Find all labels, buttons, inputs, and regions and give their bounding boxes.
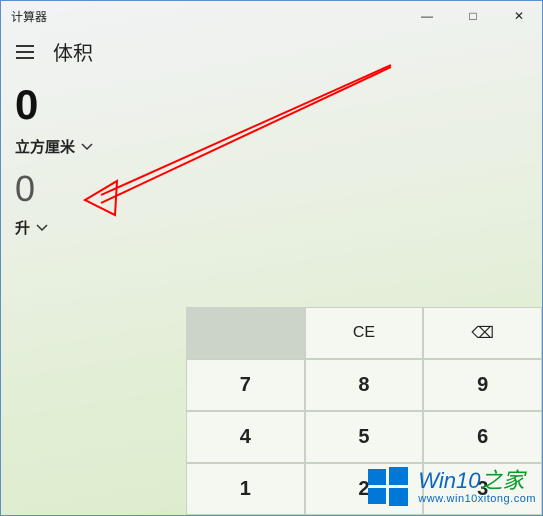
key-1[interactable]: 1: [186, 463, 305, 515]
output-value[interactable]: 0: [15, 171, 528, 207]
mode-title: 体积: [53, 37, 93, 66]
clear-entry-button[interactable]: CE: [305, 307, 424, 359]
input-value[interactable]: 0: [15, 84, 528, 126]
titlebar: 计算器 — □ ✕: [1, 1, 542, 31]
menu-button[interactable]: [15, 42, 35, 62]
converter-panel: 0 立方厘米 0 升: [1, 72, 542, 238]
chevron-down-icon: [36, 219, 48, 237]
close-button[interactable]: ✕: [496, 1, 542, 31]
keypad-blank: [186, 307, 305, 359]
output-unit-label: 升: [15, 217, 30, 238]
keypad: CE ⌫ 7 8 9 4 5 6 1 2 3: [186, 307, 542, 515]
key-3[interactable]: 3: [423, 463, 542, 515]
maximize-button[interactable]: □: [450, 1, 496, 31]
key-6[interactable]: 6: [423, 411, 542, 463]
menu-icon: [16, 45, 34, 59]
backspace-icon: ⌫: [471, 323, 494, 343]
key-5[interactable]: 5: [305, 411, 424, 463]
key-7[interactable]: 7: [186, 359, 305, 411]
window-title: 计算器: [11, 8, 47, 25]
app-window: 计算器 — □ ✕ 体积 0 立方厘米 0 升: [0, 0, 543, 516]
key-4[interactable]: 4: [186, 411, 305, 463]
minimize-button[interactable]: —: [404, 1, 450, 31]
key-8[interactable]: 8: [305, 359, 424, 411]
chevron-down-icon: [81, 138, 93, 156]
input-unit-label: 立方厘米: [15, 136, 75, 157]
header: 体积: [1, 31, 542, 72]
key-9[interactable]: 9: [423, 359, 542, 411]
input-unit-selector[interactable]: 立方厘米: [15, 136, 528, 157]
backspace-button[interactable]: ⌫: [423, 307, 542, 359]
window-controls: — □ ✕: [404, 1, 542, 31]
output-unit-selector[interactable]: 升: [15, 217, 528, 238]
key-2[interactable]: 2: [305, 463, 424, 515]
